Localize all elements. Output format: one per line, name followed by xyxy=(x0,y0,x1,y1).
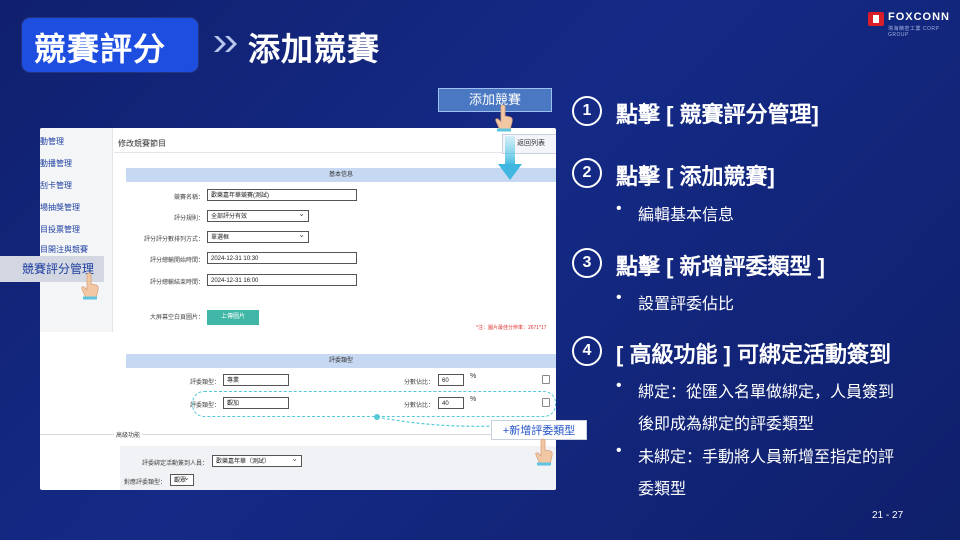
bind-type-select[interactable]: 觀眾 xyxy=(170,474,194,486)
pointer-hand-icon xyxy=(81,272,99,300)
step-number: 3 xyxy=(572,248,602,278)
sidebar-item[interactable]: 場抽獎管理 xyxy=(40,202,80,213)
field-label: 評分規則： xyxy=(173,216,204,222)
step-number: 2 xyxy=(572,158,602,188)
logo-subtext: 鴻海精密工業 CORP GROUP xyxy=(888,26,940,38)
upload-image-button[interactable]: 上傳圖片 xyxy=(207,310,259,325)
judge-type-input[interactable]: 專業 xyxy=(223,374,289,386)
add-judge-type-button-callout[interactable]: +新增評委類型 xyxy=(491,420,587,440)
pointer-hand-icon xyxy=(535,438,553,466)
sidebar: 動管理 動播管理 刮卡管理 場抽獎管理 目投票管理 目開注與競賽 xyxy=(40,128,113,332)
form-heading: 修改競賽節目 xyxy=(118,139,166,148)
field-label: 評分總輸結束時間： xyxy=(149,280,204,286)
sidebar-item[interactable]: 動管理 xyxy=(40,136,64,147)
bullet-dot: • xyxy=(616,289,622,306)
bind-type-label: 對應評委類型： xyxy=(123,480,166,486)
sidebar-item[interactable]: 動播管理 xyxy=(40,158,72,169)
resolution-note: *注：圖片最佳分辨率：2671*17 xyxy=(476,325,547,331)
score-ratio-input[interactable]: 60 xyxy=(438,374,464,386)
section-title: 競賽評分 xyxy=(34,31,167,67)
score-ratio-label: 分數佔比： xyxy=(403,380,434,386)
basic-info-section-bar: 基本信息 xyxy=(126,168,556,182)
bind-event-select[interactable]: 歡樂嘉年華（測試） xyxy=(212,455,302,467)
bullet-text: 後即成為綁定的評委類型 xyxy=(638,416,815,433)
start-time-input[interactable]: 2024-12-31 10:30 xyxy=(207,252,357,264)
advanced-features-label: 高級功能 xyxy=(114,430,143,439)
page-number: 21 - 27 xyxy=(872,510,904,521)
judge-type-section-bar: 評委類型 xyxy=(126,354,556,368)
arrow-down-icon xyxy=(498,136,522,180)
divider xyxy=(114,152,556,153)
step-text: 點擊 [ 新增評委類型 ] xyxy=(616,254,825,279)
pointer-hand-icon xyxy=(495,104,513,132)
step-text: [ 高級功能 ] 可綁定活動簽到 xyxy=(616,342,891,367)
field-label: 競賽名稱： xyxy=(173,195,204,201)
sidebar-item[interactable]: 目開注與競賽 xyxy=(40,244,88,255)
step-number: 1 xyxy=(572,96,602,126)
step-text: 點擊 [ 競賽評分管理] xyxy=(616,102,819,127)
bullet-dot: • xyxy=(616,200,622,217)
judge-type-label: 評委類型： xyxy=(189,380,220,386)
ranking-method-select[interactable]: 單選框 xyxy=(207,231,309,243)
scoring-rule-select[interactable]: 全部評分有效 xyxy=(207,210,309,222)
trash-icon[interactable] xyxy=(542,375,550,384)
bind-label: 評委綁定活動簽到人員： xyxy=(141,461,208,467)
double-chevron-right-icon xyxy=(214,36,237,52)
connector-line xyxy=(374,414,497,427)
field-label: 評分評分數排列方式： xyxy=(143,237,204,243)
bullet-dot: • xyxy=(616,442,622,459)
foxconn-logo: FOXCONN 鴻海精密工業 CORP GROUP xyxy=(868,10,952,38)
sidebar-item[interactable]: 目投票管理 xyxy=(40,224,80,235)
logo-mark-icon xyxy=(868,12,884,26)
step-text: 點擊 [ 添加競賽] xyxy=(616,164,775,189)
bullet-text: 未綁定：手動將人員新增至指定的評 xyxy=(638,449,895,466)
bullet-text: 委類型 xyxy=(638,481,687,498)
bullet-text: 綁定：從匯入名單做綁定，人員簽到 xyxy=(638,384,895,401)
percent-unit: % xyxy=(470,373,477,380)
bullet-text: 編輯基本信息 xyxy=(638,207,735,224)
end-time-input[interactable]: 2024-12-31 16:00 xyxy=(207,274,357,286)
app-screenshot: 動管理 動播管理 刮卡管理 場抽獎管理 目投票管理 目開注與競賽 修改競賽節目 … xyxy=(40,128,556,490)
bullet-dot: • xyxy=(616,377,622,394)
sidebar-item[interactable]: 刮卡管理 xyxy=(40,180,72,191)
logo-text: FOXCONN xyxy=(888,11,950,23)
competition-name-input[interactable]: 歡樂嘉年華競賽(測試) xyxy=(207,189,357,201)
field-label: 評分總輸開始時間： xyxy=(149,258,204,264)
field-label: 大屏幕空白頁圖片： xyxy=(149,315,204,321)
step-number: 4 xyxy=(572,336,602,366)
bullet-text: 設置評委佔比 xyxy=(638,296,735,313)
page-title: 添加競賽 xyxy=(248,31,381,67)
